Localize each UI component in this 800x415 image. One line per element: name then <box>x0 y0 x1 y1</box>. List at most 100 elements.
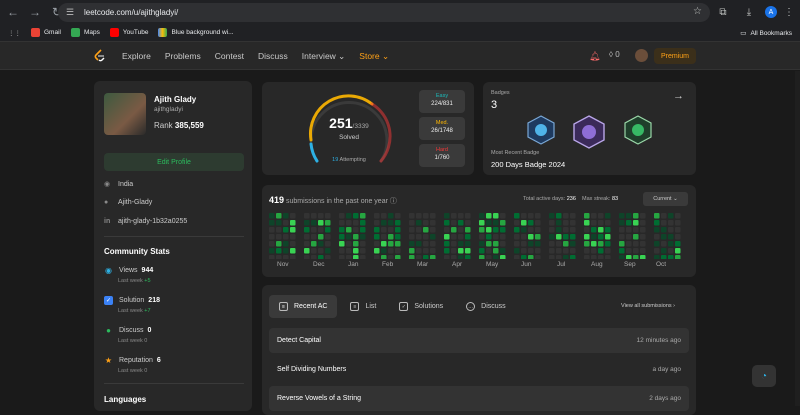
heatmap-cell <box>661 213 667 219</box>
menu-icon[interactable]: ⋮ <box>782 5 796 19</box>
profile-card: Ajith Glady ajithgladyi Rank 385,559 Edi… <box>94 81 252 411</box>
tab-bar: ≡ Recent AC ≡ List ✓ Solutions … Discuss <box>269 294 519 319</box>
heatmap-cell <box>395 227 401 233</box>
heatmap-cell <box>388 255 394 259</box>
heatmap-cell <box>374 220 380 226</box>
heatmap-cell <box>416 248 422 254</box>
nav-explore[interactable]: Explore <box>122 51 151 61</box>
streak-counter[interactable]: ◊ 0 <box>609 50 620 59</box>
view-all-submissions-link[interactable]: View all submissions › <box>621 303 675 309</box>
solutions-icon: ✓ <box>399 302 409 311</box>
heatmap-cell <box>556 234 562 240</box>
heatmap-cell <box>409 255 415 259</box>
heatmap-cell <box>556 227 562 233</box>
edit-profile-button[interactable]: Edit Profile <box>104 153 244 171</box>
heatmap-cell <box>535 234 541 240</box>
badge-hex-icon[interactable] <box>624 115 652 145</box>
nav-contest[interactable]: Contest <box>215 51 244 61</box>
medium-box[interactable]: Med. 26/1748 <box>419 117 465 140</box>
bookmark-youtube[interactable]: YouTube <box>109 28 148 37</box>
hard-box[interactable]: Hard 1/760 <box>419 144 465 167</box>
heatmap-cell <box>304 248 310 254</box>
all-bookmarks[interactable]: ▭ All Bookmarks <box>740 29 792 38</box>
tab-recent-ac[interactable]: ≡ Recent AC <box>269 295 338 318</box>
languages-title: Languages <box>104 395 147 404</box>
extensions-icon[interactable]: ⧉ <box>716 5 730 19</box>
heatmap-cell <box>626 241 632 247</box>
nav-interview[interactable]: Interview ⌄ <box>302 51 346 62</box>
heatmap-cell <box>493 248 499 254</box>
heatmap-cell <box>556 220 562 226</box>
address-bar[interactable]: ☰ leetcode.com/u/ajithgladyi/ ☆ <box>58 3 710 22</box>
heatmap-grid <box>269 213 681 259</box>
bell-icon[interactable]: 🔔︎ <box>589 51 600 62</box>
scrollbar[interactable] <box>795 71 800 406</box>
leetcode-logo-icon[interactable] <box>93 49 107 63</box>
heatmap-cell <box>416 255 422 259</box>
period-select[interactable]: Current ⌄ <box>643 192 688 206</box>
list-item[interactable]: Reverse Vowels of a String 2 days ago <box>269 386 689 411</box>
heatmap-cell <box>521 213 527 219</box>
check-icon: ✓ <box>104 296 113 305</box>
tab-discuss[interactable]: … Discuss <box>456 295 516 318</box>
bookmark-blue-bg[interactable]: Blue background wi... <box>158 28 234 37</box>
heatmap-cell <box>311 241 317 247</box>
list-item[interactable]: Self Dividing Numbers a day ago <box>269 357 689 382</box>
site-info-icon[interactable]: ☰ <box>66 7 78 19</box>
back-icon[interactable]: ← <box>4 3 22 21</box>
heatmap-cell <box>353 248 359 254</box>
easy-box[interactable]: Easy 224/831 <box>419 90 465 113</box>
heatmap-cell <box>514 234 520 240</box>
heatmap-cell <box>521 255 527 259</box>
heatmap-cell <box>521 234 527 240</box>
heatmap-cell <box>409 248 415 254</box>
heatmap-cell <box>493 234 499 240</box>
heatmap-cell <box>374 241 380 247</box>
bookmark-gmail[interactable]: Gmail <box>31 28 61 37</box>
heatmap-cell <box>668 220 674 226</box>
heatmap-cell <box>591 213 597 219</box>
bookmark-maps[interactable]: Maps <box>70 28 100 37</box>
premium-button[interactable]: Premium <box>654 48 696 64</box>
nav-discuss[interactable]: Discuss <box>258 51 288 61</box>
tab-list[interactable]: ≡ List <box>340 295 386 318</box>
heatmap-cell <box>409 220 415 226</box>
user-avatar[interactable] <box>635 49 648 62</box>
month-label: Aug <box>591 261 603 268</box>
linkedin-icon: in <box>104 218 111 225</box>
heatmap-cell <box>430 248 436 254</box>
nav-store[interactable]: Store ⌄ <box>359 51 389 62</box>
heatmap-cell <box>535 241 541 247</box>
forward-icon[interactable]: → <box>26 3 44 21</box>
badge-200days-icon[interactable] <box>572 115 606 149</box>
badge-hex-icon[interactable] <box>527 115 555 145</box>
heatmap-cell <box>500 234 506 240</box>
apps-icon[interactable]: ⋮⋮ <box>8 29 21 37</box>
arrow-right-icon[interactable]: → <box>673 90 684 102</box>
discuss-sub: Last week 0 <box>118 338 148 344</box>
heatmap-cell <box>430 220 436 226</box>
info-icon[interactable]: ⓘ <box>390 198 397 205</box>
heatmap-cell <box>640 234 646 240</box>
heatmap-cell <box>444 255 450 259</box>
tab-solutions[interactable]: ✓ Solutions <box>389 295 453 318</box>
linkedin-link[interactable]: in ajith-glady-1b32a0255 <box>104 218 187 225</box>
profile-avatar[interactable]: A <box>765 6 777 18</box>
heatmap-cell <box>451 213 457 219</box>
heatmap-cell <box>619 255 625 259</box>
heatmap-cell <box>465 227 471 233</box>
heatmap-cell <box>528 241 534 247</box>
browser-toolbar: ← → ↻ ☰ leetcode.com/u/ajithgladyi/ ☆ ⧉ … <box>0 0 800 24</box>
heatmap-cell <box>633 220 639 226</box>
month-label: Feb <box>382 261 394 268</box>
heatmap-cell <box>675 241 681 247</box>
list-item[interactable]: Detect Capital 12 minutes ago <box>269 328 689 353</box>
heatmap-cell <box>598 213 604 219</box>
heatmap-cell <box>276 234 282 240</box>
heatmap-cell <box>675 248 681 254</box>
nav-problems[interactable]: Problems <box>165 51 201 61</box>
download-icon[interactable]: ⤓ <box>742 5 756 19</box>
github-link[interactable]: ● Ajith-Glady <box>104 199 152 206</box>
chat-icon[interactable]: ◔ <box>752 365 776 387</box>
bookmark-star-icon[interactable]: ☆ <box>693 6 702 17</box>
